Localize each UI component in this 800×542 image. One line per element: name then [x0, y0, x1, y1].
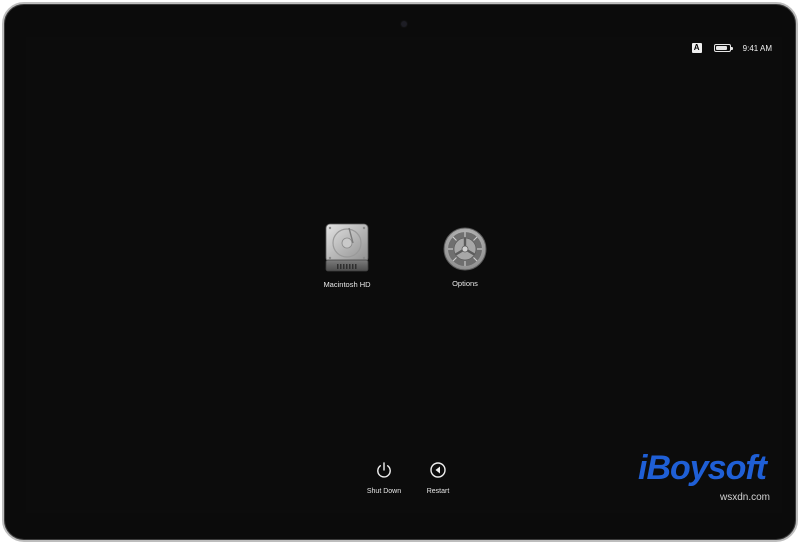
iboysoft-logo: iBoysoft	[638, 449, 767, 487]
power-icon	[377, 462, 391, 478]
shut-down-label: Shut Down	[366, 488, 402, 495]
restart-icon	[430, 462, 446, 478]
startup-options-screen: A 9:41 AM Macintosh HD Options Shut Down…	[26, 37, 782, 513]
restart-label: Restart	[426, 488, 450, 495]
volume-label: Options	[452, 279, 478, 288]
menu-bar-status: A 9:41 AM	[691, 41, 772, 55]
volume-options[interactable]: Options	[425, 226, 505, 288]
restart-button[interactable]: Restart	[408, 461, 468, 495]
battery-icon	[713, 44, 733, 52]
volume-macintosh-hd[interactable]: Macintosh HD	[307, 222, 387, 289]
camera-icon	[401, 21, 407, 27]
shut-down-button[interactable]: Shut Down	[354, 461, 414, 495]
hard-drive-icon	[325, 223, 369, 272]
keyboard-input-indicator[interactable]: A	[691, 43, 702, 53]
clock: 9:41 AM	[742, 43, 772, 53]
gear-icon	[443, 227, 487, 271]
volume-label: Macintosh HD	[323, 280, 371, 289]
site-watermark: wsxdn.com	[720, 492, 771, 503]
